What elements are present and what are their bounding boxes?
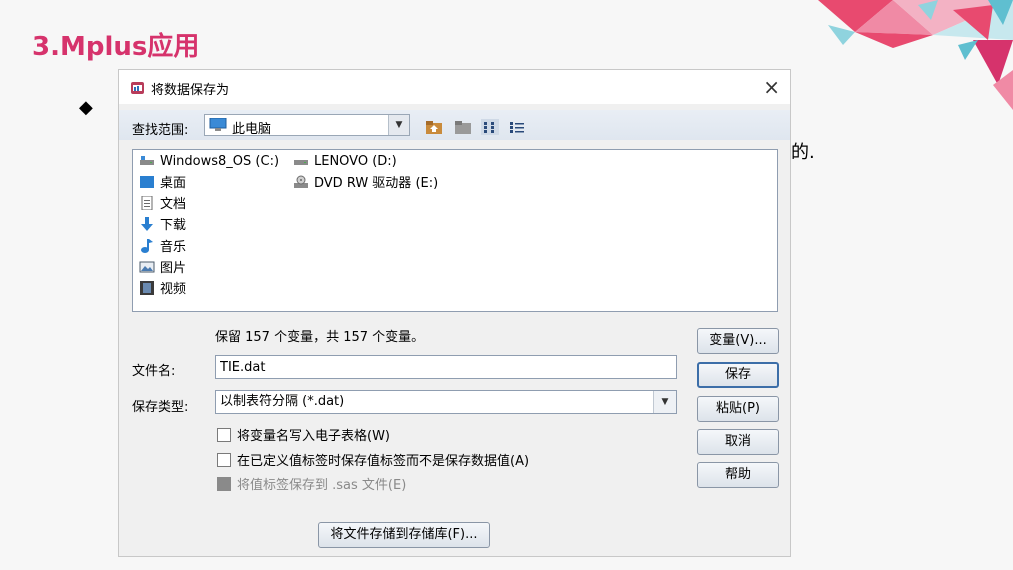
filetype-value: 以制表符分隔 (*.dat) (220, 394, 345, 409)
music-icon (141, 239, 153, 253)
drive-icon (140, 156, 154, 165)
file-list[interactable]: Windows8_OS (C:) 桌面 文档 下载 音乐 图片 视频 LENOV… (132, 149, 778, 312)
list-item-videos[interactable]: 视频 (139, 280, 186, 300)
store-to-repository-button[interactable]: 将文件存储到存储库(F)... (318, 522, 490, 548)
downloads-icon (141, 217, 153, 231)
cancel-button[interactable]: 取消 (697, 429, 779, 455)
chevron-down-icon[interactable]: ▼ (388, 115, 409, 135)
up-folder-icon[interactable] (425, 119, 443, 135)
paste-button[interactable]: 粘贴(P) (697, 396, 779, 422)
look-in-value: 此电脑 (232, 122, 272, 137)
checkbox-box (217, 477, 231, 491)
save-data-dialog: 将数据保存为 × 查找范围: 此电脑 ▼ Windows8_OS (C:) 桌面… (118, 69, 791, 557)
filename-input[interactable] (215, 355, 677, 379)
checkbox-box[interactable] (217, 453, 231, 467)
bullet-marker: ◆ (79, 97, 93, 118)
list-item-desktop[interactable]: 桌面 (139, 174, 186, 194)
slide-trailing-text: 的. (791, 142, 815, 163)
filename-label: 文件名: (132, 364, 176, 379)
documents-icon (141, 196, 153, 210)
filetype-select[interactable]: 以制表符分隔 (*.dat) ▼ (215, 390, 677, 414)
desktop-icon (140, 176, 154, 188)
dialog-titlebar: 将数据保存为 × (119, 70, 790, 104)
list-item-pictures[interactable]: 图片 (139, 259, 186, 279)
chevron-down-icon[interactable]: ▼ (653, 391, 676, 413)
list-item-downloads[interactable]: 下载 (139, 216, 186, 236)
look-in-dropdown[interactable]: 此电脑 ▼ (204, 114, 410, 137)
drive-icon (294, 160, 308, 165)
spss-app-icon (131, 82, 144, 94)
list-view-icon[interactable] (481, 119, 499, 135)
close-icon[interactable]: × (763, 75, 780, 99)
look-in-toolbar: 查找范围: 此电脑 ▼ (119, 110, 790, 140)
variables-info: 保留 157 个变量，共 157 个变量。 (215, 330, 425, 345)
filetype-label: 保存类型: (132, 400, 189, 415)
write-varnames-checkbox[interactable]: 将变量名写入电子表格(W) (217, 427, 390, 447)
list-item-d-drive[interactable]: LENOVO (D:) (293, 152, 397, 172)
dvd-drive-icon (294, 175, 308, 188)
details-view-icon[interactable] (508, 119, 526, 135)
list-item-music[interactable]: 音乐 (139, 238, 186, 258)
slide-title: 3.Mplus应用 (32, 32, 200, 62)
computer-icon (209, 118, 227, 131)
list-item-dvd-drive[interactable]: DVD RW 驱动器 (E:) (293, 174, 438, 194)
save-button[interactable]: 保存 (697, 362, 779, 388)
pictures-icon (139, 261, 155, 273)
dialog-title: 将数据保存为 (151, 83, 230, 98)
list-item-documents[interactable]: 文档 (139, 195, 186, 215)
list-item-c-drive[interactable]: Windows8_OS (C:) (139, 152, 279, 172)
new-folder-icon[interactable] (454, 119, 472, 135)
videos-icon (140, 281, 154, 295)
help-button[interactable]: 帮助 (697, 462, 779, 488)
save-sas-labels-checkbox: 将值标签保存到 .sas 文件(E) (217, 476, 406, 496)
checkbox-box[interactable] (217, 428, 231, 442)
look-in-label: 查找范围: (132, 123, 189, 138)
variables-button[interactable]: 变量(V)... (697, 328, 779, 354)
save-value-labels-checkbox[interactable]: 在已定义值标签时保存值标签而不是保存数据值(A) (217, 452, 529, 472)
